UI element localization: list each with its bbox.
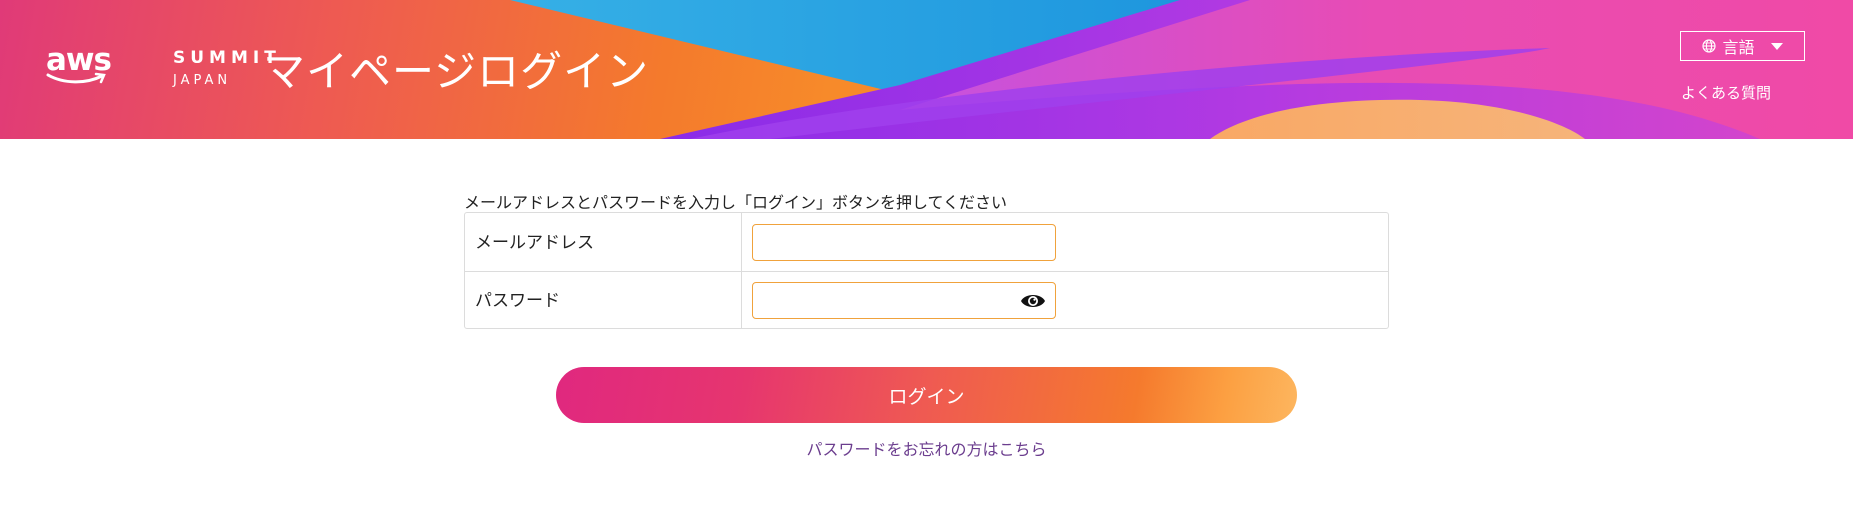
password-row: パスワード [465, 271, 1388, 329]
email-row: メールアドレス [465, 213, 1388, 271]
globe-icon [1702, 39, 1717, 53]
caret-down-icon [1770, 42, 1783, 50]
aws-summit-logo[interactable]: aws SUMMIT JAPAN [46, 44, 281, 90]
language-button-label: 言語 [1722, 40, 1755, 57]
header-banner: aws SUMMIT JAPAN マイページログイン 言語 よくある質問 [0, 0, 1853, 139]
faq-link[interactable]: よくある質問 [1681, 82, 1771, 103]
aws-smile-icon [46, 72, 106, 84]
password-input[interactable] [753, 283, 1055, 318]
password-label: パスワード [465, 272, 742, 329]
email-input[interactable] [753, 224, 1055, 260]
forgot-password-link[interactable]: パスワードをお忘れの方はこちら [0, 436, 1853, 460]
language-select-button[interactable]: 言語 [1680, 31, 1805, 61]
login-instruction: メールアドレスとパスワードを入力し「ログイン」ボタンを押してください [464, 193, 1008, 212]
login-button[interactable]: ログイン [556, 367, 1297, 423]
eye-icon[interactable] [1020, 291, 1046, 311]
page-title: マイページログイン [263, 47, 650, 96]
email-label: メールアドレス [465, 213, 742, 271]
login-form-table: メールアドレス パスワード [464, 212, 1389, 329]
